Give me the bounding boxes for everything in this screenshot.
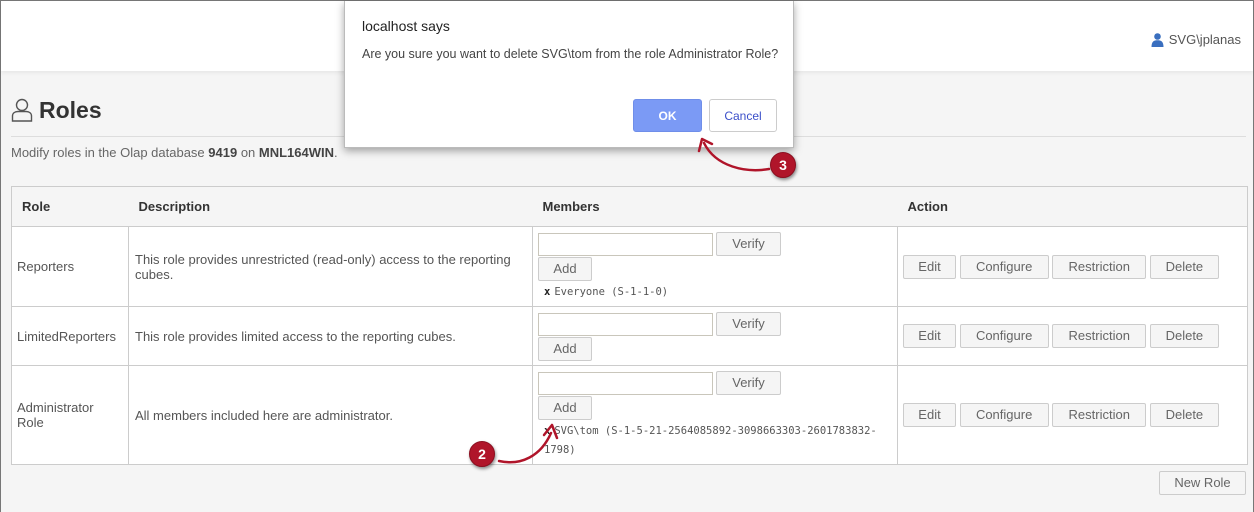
ok-button[interactable]: OK [633,99,702,132]
role-name: Reporters [11,226,129,307]
subtitle-text: on [237,145,259,160]
column-header-role: Role [11,186,129,227]
table-header-row: Role Description Members Action [11,186,1248,227]
delete-button[interactable]: Delete [1149,324,1219,348]
role-name: Administrator Role [11,365,129,465]
restriction-button[interactable]: Restriction [1052,403,1147,427]
member-input[interactable] [538,232,713,256]
subtitle-text: Modify roles in the Olap database [11,145,209,160]
column-header-action: Action [897,186,1248,227]
person-outline-icon [11,98,33,122]
member-item: x SVG\tom (S-1-5-21-2564085892-3098663303… [538,422,892,460]
database-name: 9419 [208,145,238,160]
callout-badge-3: 3 [770,152,796,178]
actions-cell: Edit Configure Restriction Delete [897,306,1248,366]
members-cell: Verify Add [532,306,898,366]
dialog-message: Are you sure you want to delete SVG\tom … [362,47,779,61]
add-member-button[interactable]: Add [538,257,592,281]
configure-button[interactable]: Configure [959,254,1049,279]
table-row: LimitedReporters This role provides limi… [11,306,1248,366]
cancel-button[interactable]: Cancel [709,99,777,132]
table-row: Administrator Role All members included … [11,365,1248,465]
callout-badge-2: 2 [469,441,495,467]
new-role-button[interactable]: New Role [1159,471,1246,495]
dialog-title: localhost says [362,18,450,34]
column-header-members: Members [532,186,898,227]
column-header-description: Description [128,186,533,227]
add-member-button[interactable]: Add [538,337,592,361]
edit-button[interactable]: Edit [903,254,956,279]
server-name: MNL164WIN [258,145,335,160]
delete-button[interactable]: Delete [1149,403,1219,427]
member-input[interactable] [538,312,713,336]
username: SVG\jplanas [1168,32,1241,47]
configure-button[interactable]: Configure [959,324,1049,348]
subtitle-text: . [334,145,338,160]
page-title-text: Roles [39,96,102,123]
verify-button[interactable]: Verify [716,232,781,256]
table-row: Reporters This role provides unrestricte… [11,226,1248,307]
configure-button[interactable]: Configure [959,403,1049,427]
role-description: This role provides limited access to the… [128,306,533,366]
verify-button[interactable]: Verify [716,371,781,395]
user-icon [1151,32,1164,47]
delete-button[interactable]: Delete [1149,254,1219,279]
confirm-dialog: localhost says Are you sure you want to … [344,1,794,148]
edit-button[interactable]: Edit [903,324,956,348]
member-input[interactable] [538,371,713,395]
user-menu[interactable]: SVG\jplanas [1151,32,1241,47]
restriction-button[interactable]: Restriction [1052,324,1147,348]
roles-table: Role Description Members Action Reporter… [11,186,1248,465]
callout-arrow-2 [497,423,559,464]
edit-button[interactable]: Edit [903,403,956,427]
members-cell: Verify Add x Everyone (S-1-1-0) [532,226,898,307]
remove-member-icon[interactable]: x [544,286,550,298]
role-name: LimitedReporters [11,306,129,366]
member-item: x Everyone (S-1-1-0) [538,283,892,302]
members-cell: Verify Add x SVG\tom (S-1-5-21-2564085892… [532,365,898,465]
restriction-button[interactable]: Restriction [1052,254,1147,279]
verify-button[interactable]: Verify [716,312,781,336]
member-label: Everyone (S-1-1-0) [554,286,669,298]
actions-cell: Edit Configure Restriction Delete [897,365,1248,465]
role-description: This role provides unrestricted (read-on… [128,226,533,307]
callout-arrow-3 [697,137,771,172]
actions-cell: Edit Configure Restriction Delete [897,226,1248,307]
member-label: SVG\tom (S-1-5-21-2564085892-3098663303-… [544,425,877,456]
